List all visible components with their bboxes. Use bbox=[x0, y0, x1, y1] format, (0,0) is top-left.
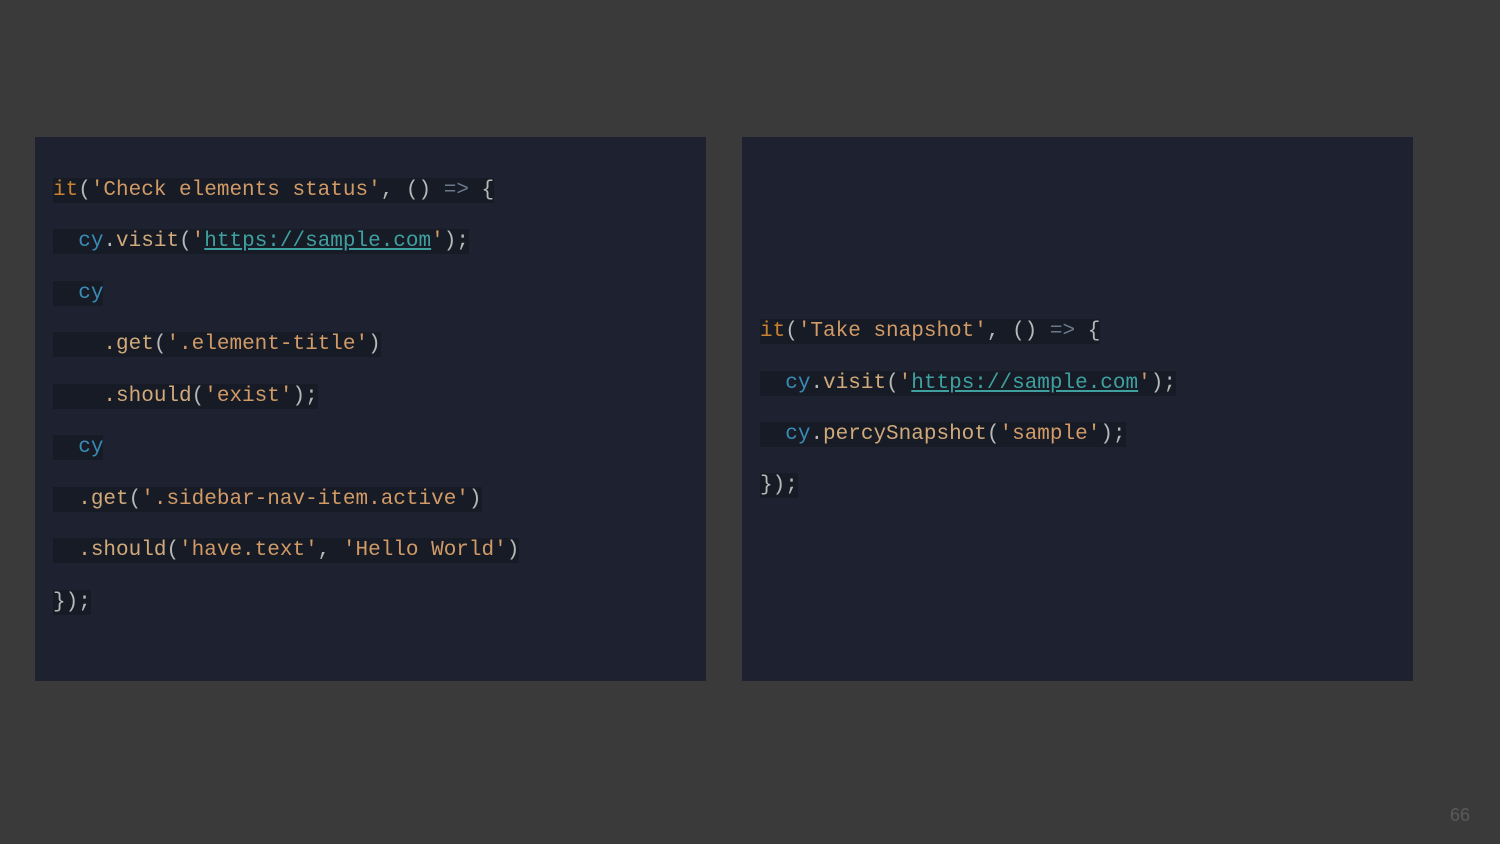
code-line: }); bbox=[760, 460, 1395, 511]
code-line: cy bbox=[53, 422, 688, 473]
code-line: it('Take snapshot', () => { bbox=[760, 306, 1395, 357]
code-line: .get('.element-title') bbox=[53, 319, 688, 370]
code-panel-left: it('Check elements status', () => { cy.v… bbox=[35, 137, 706, 681]
code-line: .should('have.text', 'Hello World') bbox=[53, 525, 688, 576]
code-line: .get('.sidebar-nav-item.active') bbox=[53, 474, 688, 525]
code-line: cy.percySnapshot('sample'); bbox=[760, 409, 1395, 460]
code-line: cy.visit('https://sample.com'); bbox=[760, 358, 1395, 409]
code-panel-right: it('Take snapshot', () => { cy.visit('ht… bbox=[742, 137, 1413, 681]
code-line: cy.visit('https://sample.com'); bbox=[53, 216, 688, 267]
page-number: 66 bbox=[1450, 805, 1470, 826]
code-line: .should('exist'); bbox=[53, 371, 688, 422]
slide-content: it('Check elements status', () => { cy.v… bbox=[35, 137, 1413, 681]
code-line: cy bbox=[53, 268, 688, 319]
code-line: }); bbox=[53, 577, 688, 628]
code-line: it('Check elements status', () => { bbox=[53, 165, 688, 216]
